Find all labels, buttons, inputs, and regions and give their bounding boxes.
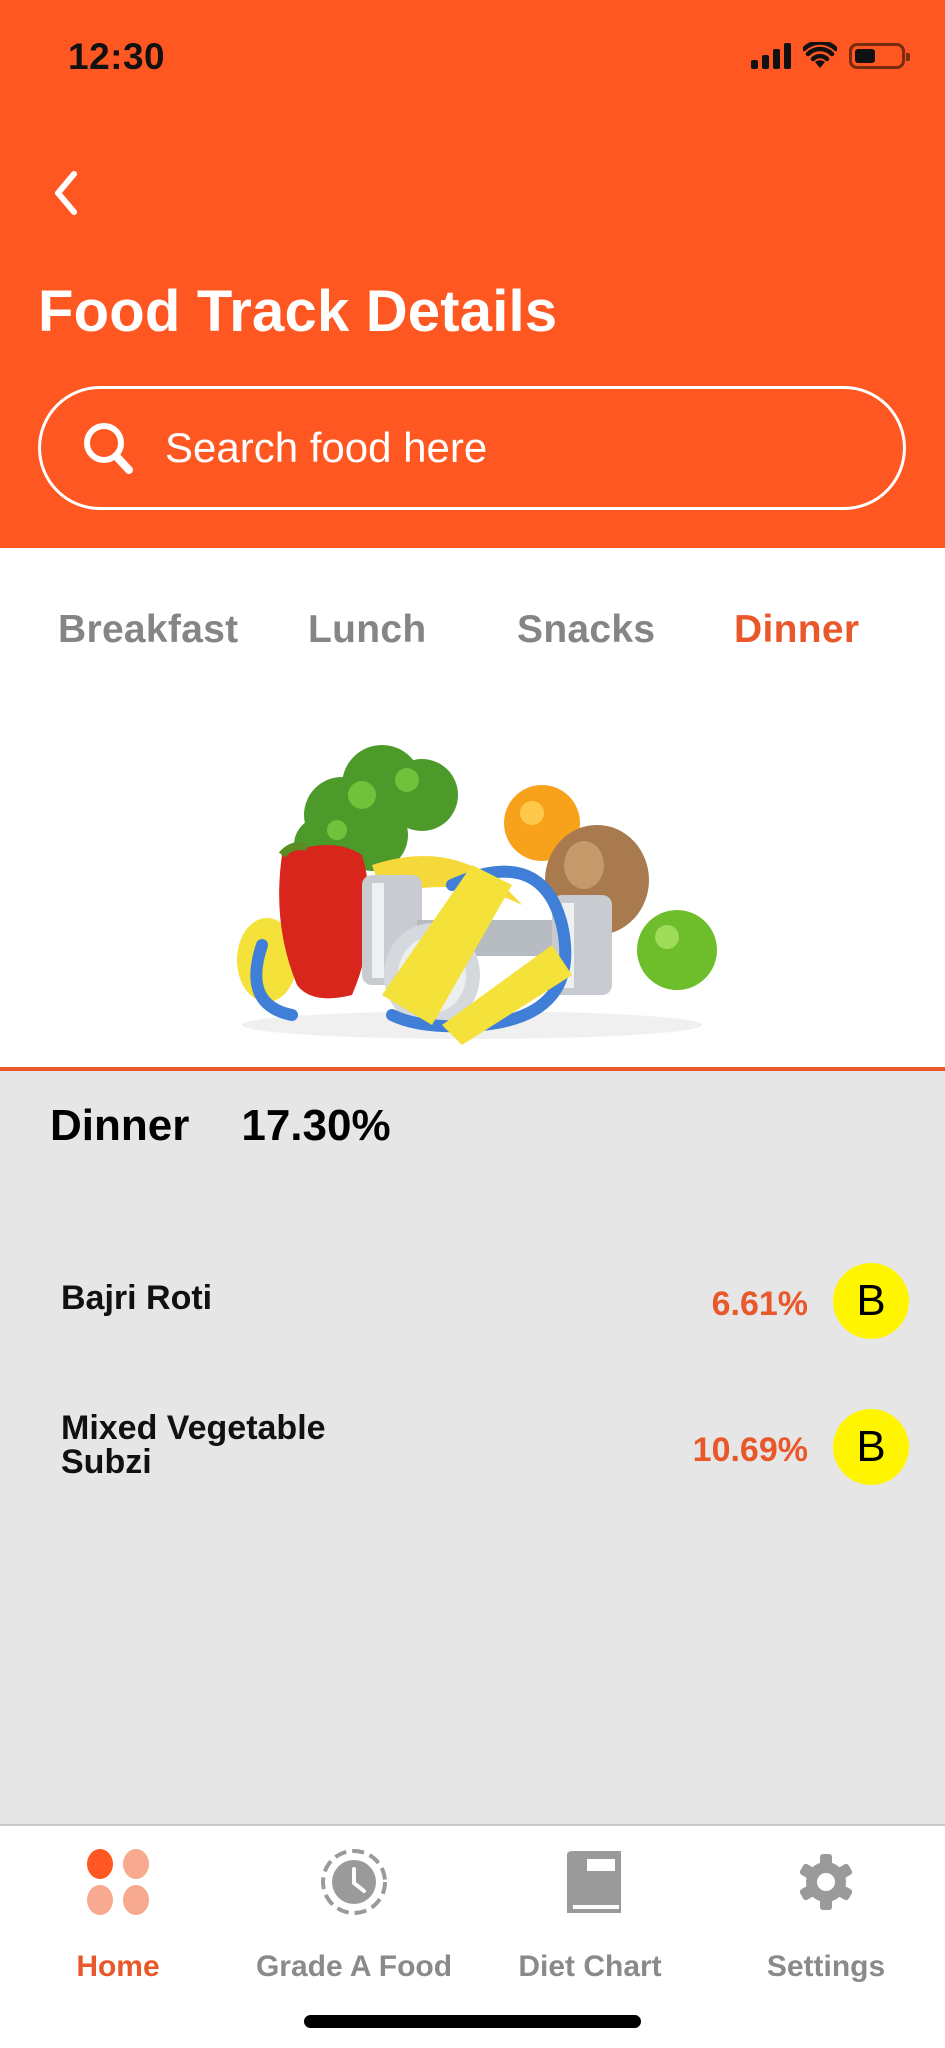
nav-home[interactable]: Home [0, 1836, 236, 1996]
wifi-icon [803, 42, 837, 68]
page-title: Food Track Details [38, 279, 558, 344]
nav-diet-chart[interactable]: Diet Chart [472, 1836, 708, 1996]
food-list-section: Dinner 17.30% Bajri Roti 6.61% B Mixed V… [0, 1071, 945, 1824]
home-indicator[interactable] [304, 2015, 641, 2028]
status-time: 12:30 [68, 36, 166, 77]
food-list-item[interactable]: Bajri Roti 6.61% B [0, 1251, 945, 1351]
status-icons [751, 42, 910, 70]
food-percentage: 6.61% [711, 1285, 808, 1323]
grade-badge: B [833, 1263, 909, 1339]
food-list-item[interactable]: Mixed Vegetable Subzi 10.69% B [0, 1397, 945, 1497]
clock-icon [314, 1842, 394, 1922]
summary-percentage: 17.30% [241, 1101, 391, 1150]
nav-label: Grade A Food [255, 1950, 453, 1983]
book-icon [550, 1842, 630, 1922]
nav-label: Home [76, 1950, 160, 1983]
search-input[interactable] [165, 424, 845, 472]
tab-dinner[interactable]: Dinner [734, 608, 859, 652]
header: 12:30 Food Track Details [0, 0, 945, 548]
home-dots-icon [78, 1842, 158, 1922]
summary-meal: Dinner [50, 1101, 190, 1150]
chevron-left-icon [55, 171, 77, 215]
back-button[interactable] [40, 158, 90, 228]
nav-grade-a-food[interactable]: Grade A Food [236, 1836, 472, 1996]
tab-breakfast[interactable]: Breakfast [58, 608, 238, 652]
meal-summary: Dinner 17.30% [50, 1101, 391, 1151]
nav-settings[interactable]: Settings [708, 1836, 944, 1996]
battery-icon [849, 43, 910, 69]
grade-badge: B [833, 1409, 909, 1485]
food-name: Bajri Roti [61, 1279, 213, 1317]
tab-lunch[interactable]: Lunch [308, 608, 426, 652]
meal-tabs: Breakfast Lunch Snacks Dinner [0, 600, 945, 670]
food-percentage: 10.69% [692, 1431, 808, 1469]
food-name: Mixed Vegetable Subzi [61, 1409, 326, 1481]
tab-snacks[interactable]: Snacks [517, 608, 655, 652]
search-icon [84, 423, 133, 474]
gear-icon [786, 1842, 866, 1922]
search-bar[interactable] [38, 386, 906, 510]
nav-label: Settings [766, 1950, 886, 1983]
hero-image [237, 745, 717, 1045]
nav-label: Diet Chart [518, 1950, 662, 1983]
signal-icon [751, 43, 791, 69]
